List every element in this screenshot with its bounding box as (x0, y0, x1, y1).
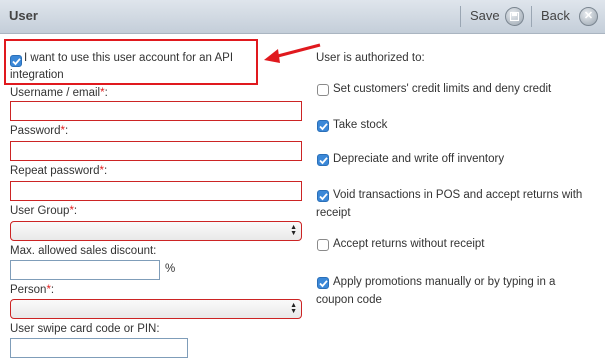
api-label-line1: I want to use this user account for an A… (24, 52, 234, 64)
permission-label-take-stock: Take stock (333, 119, 388, 131)
select-arrows-icon: ▲ ▼ (290, 302, 297, 315)
save-disk-icon[interactable] (505, 7, 524, 26)
username-field[interactable] (10, 101, 302, 121)
password-field[interactable] (10, 141, 302, 161)
permission-checkbox-credit-limits[interactable] (317, 84, 329, 96)
api-label-line2: integration (10, 69, 64, 81)
permission-checkbox-returns-no-receipt[interactable] (317, 239, 329, 251)
repeat-password-label: Repeat password*: (10, 165, 108, 177)
api-checkbox[interactable] (10, 55, 22, 67)
user-group-label: User Group*: (10, 205, 78, 217)
permissions-heading: User is authorized to: (316, 52, 425, 64)
swipe-code-field[interactable] (10, 338, 188, 358)
permission-checkbox-take-stock[interactable] (317, 120, 329, 132)
discount-label: Max. allowed sales discount: (10, 245, 157, 257)
permission-label-write-off: Depreciate and write off inventory (333, 153, 505, 165)
person-select[interactable]: ▲ ▼ (10, 299, 302, 319)
permission-checkbox-promotions[interactable] (317, 277, 329, 289)
permission-label-returns-no-receipt: Accept returns without receipt (333, 238, 485, 250)
select-arrows-icon: ▲ ▼ (290, 224, 297, 237)
close-icon[interactable]: ✕ (579, 7, 598, 26)
person-label: Person*: (10, 284, 55, 296)
header-separator (460, 6, 461, 27)
annotation-arrow-icon (264, 43, 321, 63)
username-label: Username / email*: (10, 87, 108, 99)
header-bar: User Save Back ✕ (0, 0, 605, 34)
permission-checkbox-void-transactions[interactable] (317, 190, 329, 202)
permission-label-credit-limits: Set customers' credit limits and deny cr… (333, 83, 552, 95)
discount-field[interactable] (10, 260, 160, 280)
permission-label-promotions-line2: coupon code (316, 294, 382, 306)
user-group-select[interactable]: ▲ ▼ (10, 221, 302, 241)
repeat-password-field[interactable] (10, 181, 302, 201)
permission-label-void-transactions: Void transactions in POS and accept retu… (333, 189, 583, 201)
password-label: Password*: (10, 125, 69, 137)
discount-unit: % (165, 263, 176, 275)
swipe-code-label: User swipe card code or PIN: (10, 323, 160, 335)
header-separator (531, 6, 532, 27)
permission-checkbox-write-off[interactable] (317, 154, 329, 166)
permission-label-promotions: Apply promotions manually or by typing i… (333, 276, 556, 288)
page-title: User (9, 8, 38, 23)
save-button[interactable]: Save (470, 8, 500, 23)
back-button[interactable]: Back (541, 8, 570, 23)
permission-label-void-transactions-line2: receipt (316, 207, 351, 219)
